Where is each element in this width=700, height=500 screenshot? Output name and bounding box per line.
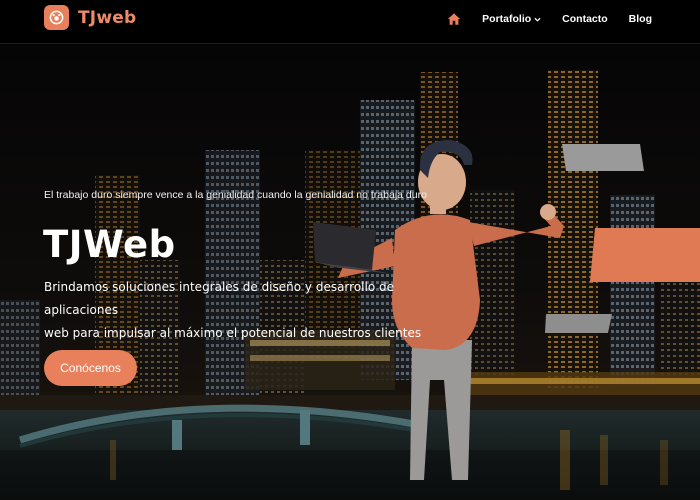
hero-description-line: Brindamos soluciones integrales de diseñ… (44, 280, 394, 317)
nav-item-portafolio[interactable]: Portafolio (482, 13, 541, 25)
nav-menu: Portafolio Contacto Blog (447, 12, 652, 26)
nav-item-label: Portafolio (482, 13, 532, 25)
hero-description: Brindamos soluciones integrales de diseñ… (44, 276, 464, 345)
top-navbar: TJweb Portafolio Contacto Blog (0, 0, 700, 44)
nav-home-link[interactable] (447, 12, 461, 26)
brand[interactable]: TJweb (44, 5, 136, 30)
nav-item-contacto[interactable]: Contacto (562, 13, 608, 25)
nav-item-blog[interactable]: Blog (629, 13, 652, 25)
hero-title: TJWeb (43, 223, 176, 266)
hero-description-line: web para impulsar al máximo el potencial… (44, 326, 422, 340)
chevron-down-icon (534, 17, 541, 22)
home-icon[interactable] (447, 12, 461, 26)
hero-tagline: El trabajo duro siempre vence a la genia… (44, 189, 427, 201)
brand-logo-icon[interactable] (44, 5, 69, 30)
nav-item-label: Blog (628, 13, 652, 25)
cta-conocenos-button[interactable]: Conócenos (44, 350, 137, 386)
nav-item-label: Contacto (562, 13, 608, 25)
brand-name[interactable]: TJweb (78, 8, 136, 28)
